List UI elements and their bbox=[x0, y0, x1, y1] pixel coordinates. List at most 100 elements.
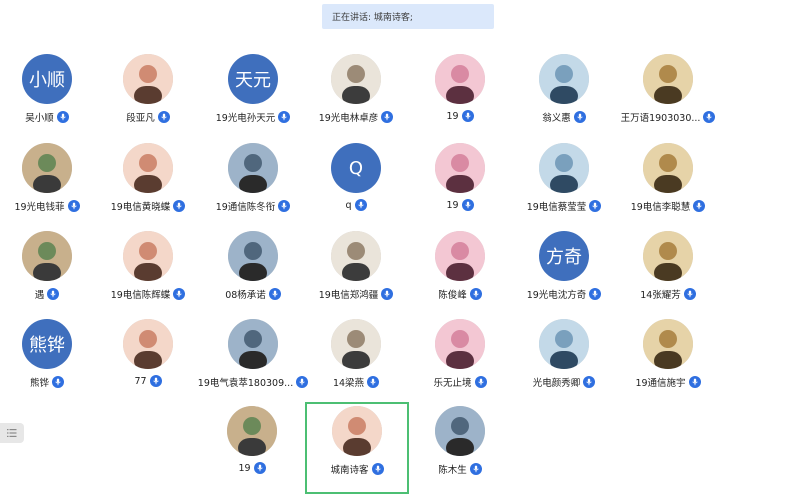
participant-name: 19电信陈辉蝶 bbox=[110, 290, 171, 301]
participant-tile-active[interactable]: 城南诗客 bbox=[305, 402, 409, 494]
participant-tile[interactable]: 19通信陈冬衔 bbox=[201, 143, 305, 229]
participant-avatar bbox=[643, 319, 693, 369]
participant-tile[interactable]: 19电气袁萃180309... bbox=[197, 319, 309, 405]
avatar-photo-image bbox=[123, 54, 173, 104]
microphone-icon[interactable] bbox=[157, 111, 170, 123]
microphone-icon[interactable] bbox=[56, 111, 69, 123]
microphone-icon[interactable] bbox=[67, 200, 80, 212]
participant-name: 遇 bbox=[34, 290, 45, 301]
participant-tile[interactable]: 陈俊峰 bbox=[408, 231, 512, 317]
microphone-icon[interactable] bbox=[354, 199, 367, 211]
participant-name-row: 19光电林卓彦 bbox=[304, 110, 408, 124]
microphone-icon[interactable] bbox=[461, 110, 474, 122]
participant-tile[interactable]: 乐无止境 bbox=[408, 319, 512, 405]
microphone-icon[interactable] bbox=[278, 200, 291, 212]
participant-name: q bbox=[345, 199, 352, 211]
participant-tile[interactable]: 熊铧 熊铧 bbox=[0, 319, 99, 405]
participant-avatar bbox=[123, 54, 173, 104]
participant-tile[interactable]: 19电信李聪慧 bbox=[616, 143, 720, 229]
participant-tile[interactable]: 翁义惠 bbox=[512, 54, 616, 140]
participant-tile[interactable]: 段亚凡 bbox=[96, 54, 200, 140]
participant-avatar bbox=[435, 319, 485, 369]
participant-name-row: 77 bbox=[96, 375, 200, 387]
microphone-icon[interactable] bbox=[253, 462, 266, 474]
avatar-photo-image bbox=[123, 231, 173, 281]
participant-tile[interactable]: 19通信施宇 bbox=[616, 319, 720, 405]
participant-tile[interactable]: 77 bbox=[96, 319, 200, 405]
participant-name: 19电信黄晓蝶 bbox=[110, 202, 171, 213]
microphone-icon[interactable] bbox=[573, 111, 586, 123]
avatar-photo-image bbox=[331, 231, 381, 281]
microphone-icon[interactable] bbox=[461, 199, 474, 211]
participant-avatar bbox=[539, 54, 589, 104]
participant-tile[interactable]: 14梁燕 bbox=[304, 319, 408, 405]
participant-name: 19光电林卓彦 bbox=[318, 113, 379, 124]
participant-name: 19光电沈方奇 bbox=[526, 290, 587, 301]
avatar-photo-image bbox=[643, 231, 693, 281]
microphone-icon[interactable] bbox=[583, 376, 596, 388]
microphone-icon[interactable] bbox=[474, 376, 487, 388]
participant-tile[interactable]: 19 bbox=[200, 406, 304, 492]
participant-tile[interactable]: 小顺 吴小顺 bbox=[0, 54, 99, 140]
participant-name-row: 19光电沈方奇 bbox=[512, 287, 616, 301]
microphone-icon[interactable] bbox=[469, 288, 482, 300]
participant-name-row: 14张耀芳 bbox=[616, 287, 720, 301]
avatar-initials: Q bbox=[348, 157, 364, 179]
participant-tile[interactable]: 08杨承诺 bbox=[201, 231, 305, 317]
microphone-icon[interactable] bbox=[173, 200, 186, 212]
participant-name-row: 19通信施宇 bbox=[616, 375, 720, 389]
participant-tile[interactable]: 19电信黄晓蝶 bbox=[96, 143, 200, 229]
participant-tile[interactable]: 19光电林卓彦 bbox=[304, 54, 408, 140]
side-menu-button[interactable] bbox=[0, 423, 24, 443]
microphone-icon[interactable] bbox=[589, 288, 602, 300]
microphone-icon[interactable] bbox=[173, 288, 186, 300]
participant-tile[interactable]: 19电信蔡莹莹 bbox=[512, 143, 616, 229]
participant-name: 19 bbox=[238, 462, 251, 474]
participant-tile[interactable]: 方奇 19光电沈方奇 bbox=[512, 231, 616, 317]
microphone-icon[interactable] bbox=[381, 288, 394, 300]
participant-avatar: 天元 bbox=[228, 54, 278, 104]
microphone-icon[interactable] bbox=[703, 111, 716, 123]
avatar-photo-image bbox=[331, 319, 381, 369]
microphone-icon[interactable] bbox=[589, 200, 602, 212]
participant-tile[interactable]: 光电颜秀卿 bbox=[512, 319, 616, 405]
microphone-icon[interactable] bbox=[278, 111, 291, 123]
participant-tile[interactable]: 19光电钱菲 bbox=[0, 143, 99, 229]
microphone-icon[interactable] bbox=[52, 376, 64, 388]
participant-name: 14梁燕 bbox=[332, 378, 365, 389]
participant-name: 19电气袁萃180309... bbox=[197, 378, 294, 389]
avatar-photo-image bbox=[643, 319, 693, 369]
participant-tile[interactable]: 19电信郑鸿疆 bbox=[304, 231, 408, 317]
participant-avatar bbox=[539, 319, 589, 369]
microphone-icon[interactable] bbox=[693, 200, 706, 212]
participant-tile[interactable]: 天元 19光电孙天元 bbox=[201, 54, 305, 140]
microphone-icon[interactable] bbox=[688, 376, 701, 388]
participant-name-row: 14梁燕 bbox=[304, 375, 408, 389]
participant-name: 08杨承诺 bbox=[225, 290, 266, 301]
microphone-icon[interactable] bbox=[469, 463, 482, 475]
microphone-icon[interactable] bbox=[371, 463, 384, 475]
participant-tile[interactable]: Qq bbox=[304, 143, 408, 229]
microphone-icon[interactable] bbox=[683, 288, 696, 300]
microphone-icon[interactable] bbox=[381, 111, 394, 123]
avatar-photo-image bbox=[435, 406, 485, 456]
participant-tile[interactable]: 19 bbox=[408, 54, 512, 140]
avatar-photo-image bbox=[539, 54, 589, 104]
microphone-icon[interactable] bbox=[149, 375, 162, 387]
participant-name-row: 19电信蔡莹莹 bbox=[512, 199, 616, 213]
participant-tile[interactable]: 19电信陈辉蝶 bbox=[96, 231, 200, 317]
microphone-icon[interactable] bbox=[268, 288, 281, 300]
participant-name-row: 熊铧 bbox=[0, 375, 99, 389]
participant-avatar bbox=[643, 143, 693, 193]
participant-avatar bbox=[435, 231, 485, 281]
participant-tile[interactable]: 王万语1903030... bbox=[616, 54, 720, 140]
avatar-initials: 熊铧 bbox=[29, 335, 65, 356]
participant-tile[interactable]: 14张耀芳 bbox=[616, 231, 720, 317]
participant-name-row: 19 bbox=[408, 199, 512, 211]
participant-tile[interactable]: 陈木生 bbox=[408, 406, 512, 492]
participant-tile[interactable]: 19 bbox=[408, 143, 512, 229]
participant-tile[interactable]: 遇 bbox=[0, 231, 99, 317]
microphone-icon[interactable] bbox=[367, 376, 380, 388]
microphone-icon[interactable] bbox=[47, 288, 60, 300]
participant-name-row: 段亚凡 bbox=[96, 110, 200, 124]
